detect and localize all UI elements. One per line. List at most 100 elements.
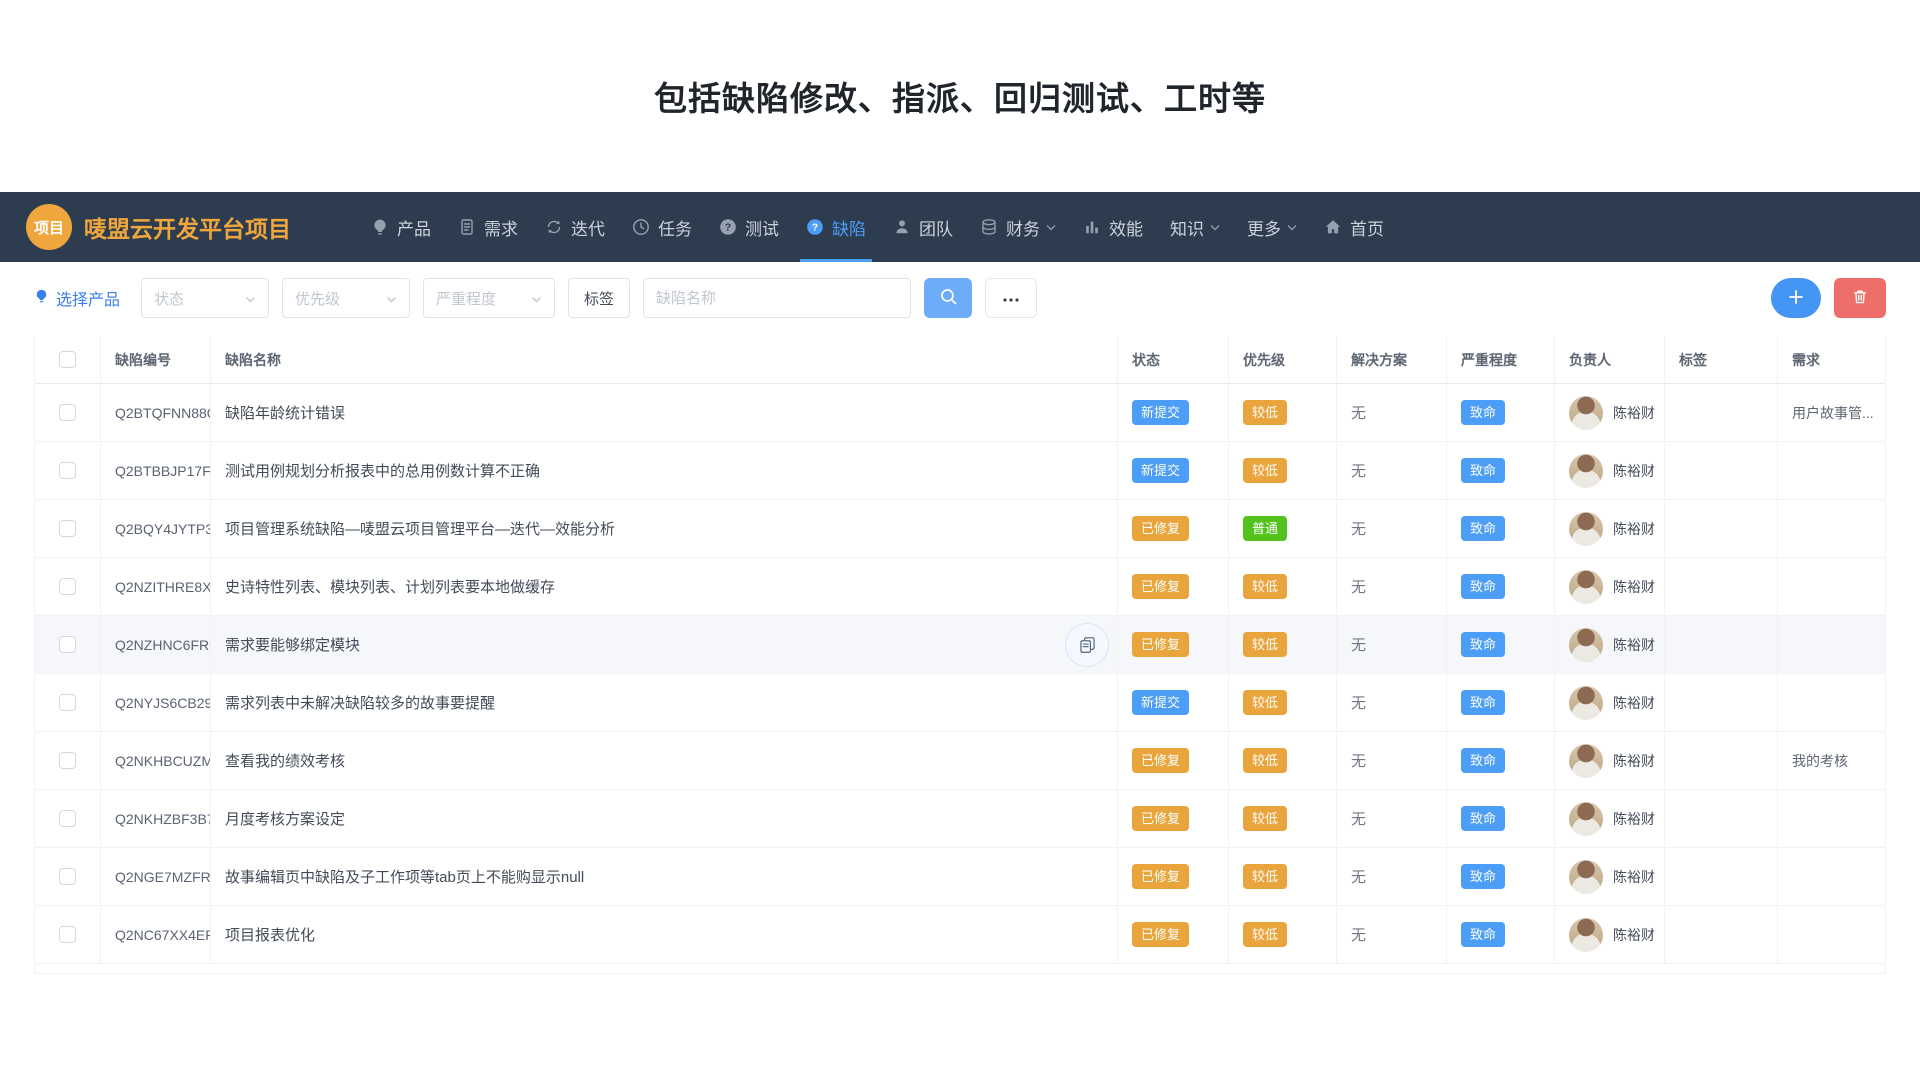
row-checkbox[interactable] [59,926,76,943]
defect-name-cell[interactable]: 缺陷年龄统计错误 [211,384,1118,441]
nav-item-label: 缺陷 [832,215,866,240]
nav-item-team[interactable]: 团队 [893,192,953,262]
svg-text:?: ? [812,222,818,234]
priority-badge: 较低 [1243,922,1287,947]
defect-name-cell[interactable]: 需求要能够绑定模块 [211,616,1118,673]
owner-cell: 陈裕财 [1555,906,1665,963]
avatar [1569,918,1603,952]
chevron-down-icon [1210,224,1220,231]
column-header-solution: 解决方案 [1337,336,1447,383]
top-navbar: 项目 唛盟云开发平台项目 产品 需求 迭代 任务 ? 测试 ? 缺陷 团队 [0,192,1920,262]
nav-item-home[interactable]: 首页 [1324,192,1384,262]
select-product-button[interactable]: 选择产品 [34,286,120,310]
nav-item-iteration[interactable]: 迭代 [545,192,605,262]
row-checkbox[interactable] [59,520,76,537]
row-checkbox[interactable] [59,868,76,885]
defect-name-cell[interactable]: 查看我的绩效考核 [211,732,1118,789]
select-all-checkbox[interactable] [59,351,76,368]
priority-cell: 较低 [1229,616,1337,673]
status-badge: 已修复 [1132,574,1189,599]
table-row[interactable]: Q2NZITHRE8XA 史诗特性列表、模块列表、计划列表要本地做缓存 已修复 … [34,558,1886,616]
tag-filter-button[interactable]: 标签 [568,278,630,318]
row-checkbox[interactable] [59,578,76,595]
row-checkbox[interactable] [59,752,76,769]
priority-filter-select[interactable]: 优先级 [282,278,410,318]
table-row[interactable]: Q2NGE7MZFRP9 故事编辑页中缺陷及子工作项等tab页上不能购显示nul… [34,848,1886,906]
defect-name-input[interactable] [643,278,911,318]
delete-button[interactable] [1834,278,1886,318]
row-checkbox[interactable] [59,404,76,421]
row-checkbox[interactable] [59,462,76,479]
status-badge: 已修复 [1132,516,1189,541]
nav-item-label: 首页 [1350,215,1384,240]
row-checkbox[interactable] [59,636,76,653]
nav-item-tasks[interactable]: 任务 [632,192,692,262]
defect-name-cell[interactable]: 故事编辑页中缺陷及子工作项等tab页上不能购显示null [211,848,1118,905]
nav-item-more[interactable]: 更多 [1247,192,1297,262]
status-cell: 已修复 [1118,790,1229,847]
owner-name: 陈裕财 [1613,809,1655,829]
solution-value: 无 [1337,384,1447,441]
table-row[interactable]: Q2NKHBCUZM73 查看我的绩效考核 已修复 较低 无 致命 陈裕财 我的… [34,732,1886,790]
solution-value: 无 [1337,848,1447,905]
defect-name-cell[interactable]: 需求列表中未解决缺陷较多的故事要提醒 [211,674,1118,731]
defect-name-cell[interactable]: 月度考核方案设定 [211,790,1118,847]
requirement-cell [1778,906,1886,963]
nav-item-test[interactable]: ? 测试 [719,192,779,262]
defect-name-cell[interactable]: 史诗特性列表、模块列表、计划列表要本地做缓存 [211,558,1118,615]
filter-bar: 选择产品 状态 优先级 严重程度 标签 [0,278,1920,318]
copy-icon[interactable] [1065,623,1109,667]
nav-item-finance[interactable]: 财务 [980,192,1056,262]
requirement-cell [1778,674,1886,731]
nav-item-defects[interactable]: ? 缺陷 [806,192,866,262]
table-row[interactable]: Q2BTQFNN88Q8 缺陷年龄统计错误 新提交 较低 无 致命 陈裕财 用户… [34,384,1886,442]
avatar [1569,570,1603,604]
defect-name-cell[interactable]: 项目报表优化 [211,906,1118,963]
nav-item-knowledge[interactable]: 知识 [1170,192,1220,262]
severity-badge: 致命 [1461,400,1505,425]
tag-cell [1665,674,1778,731]
priority-badge: 较低 [1243,632,1287,657]
search-button[interactable] [924,278,972,318]
priority-badge: 较低 [1243,864,1287,889]
more-actions-button[interactable] [985,278,1037,318]
table-row[interactable]: Q2BTBBJP17F5 测试用例规划分析报表中的总用例数计算不正确 新提交 较… [34,442,1886,500]
status-cell: 已修复 [1118,906,1229,963]
defect-name: 史诗特性列表、模块列表、计划列表要本地做缓存 [225,576,555,597]
row-checkbox[interactable] [59,810,76,827]
avatar [1569,802,1603,836]
status-cell: 新提交 [1118,674,1229,731]
table-row[interactable]: Q2BQY4JYTP31 项目管理系统缺陷—唛盟云项目管理平台—迭代—效能分析 … [34,500,1886,558]
nav-item-product[interactable]: 产品 [371,192,431,262]
nav-item-performance[interactable]: 效能 [1083,192,1143,262]
row-checkbox[interactable] [59,694,76,711]
tag-cell [1665,442,1778,499]
table-row[interactable]: Q2NKHZBF3B76 月度考核方案设定 已修复 较低 无 致命 陈裕财 [34,790,1886,848]
severity-cell: 致命 [1447,616,1555,673]
defect-name-cell[interactable]: 测试用例规划分析报表中的总用例数计算不正确 [211,442,1118,499]
table-row[interactable]: Q2NZHNC6FRQR 需求要能够绑定模块 已修复 较低 无 致命 陈裕财 [34,616,1886,674]
nav-item-label: 迭代 [571,215,605,240]
severity-placeholder: 严重程度 [436,288,496,309]
plus-icon [1787,288,1805,309]
chevron-down-icon [1287,224,1297,231]
table-row[interactable]: Q2NYJS6CB294 需求列表中未解决缺陷较多的故事要提醒 新提交 较低 无… [34,674,1886,732]
priority-badge: 较低 [1243,458,1287,483]
avatar [1569,628,1603,662]
severity-badge: 致命 [1461,806,1505,831]
severity-filter-select[interactable]: 严重程度 [423,278,555,318]
avatar [1569,744,1603,778]
table-row[interactable]: Q2NC67XX4ERB 项目报表优化 已修复 较低 无 致命 陈裕财 [34,906,1886,964]
table-footer-strip [34,964,1886,974]
defect-name: 缺陷年龄统计错误 [225,402,345,423]
status-filter-select[interactable]: 状态 [141,278,269,318]
row-checkbox-cell [34,384,101,441]
status-cell: 已修复 [1118,558,1229,615]
home-icon [1324,218,1342,236]
nav-item-requirements[interactable]: 需求 [458,192,518,262]
add-defect-button[interactable] [1771,278,1821,318]
question-circle-icon: ? [806,218,824,236]
defect-name-cell[interactable]: 项目管理系统缺陷—唛盟云项目管理平台—迭代—效能分析 [211,500,1118,557]
status-badge: 已修复 [1132,864,1189,889]
defect-name: 月度考核方案设定 [225,808,345,829]
